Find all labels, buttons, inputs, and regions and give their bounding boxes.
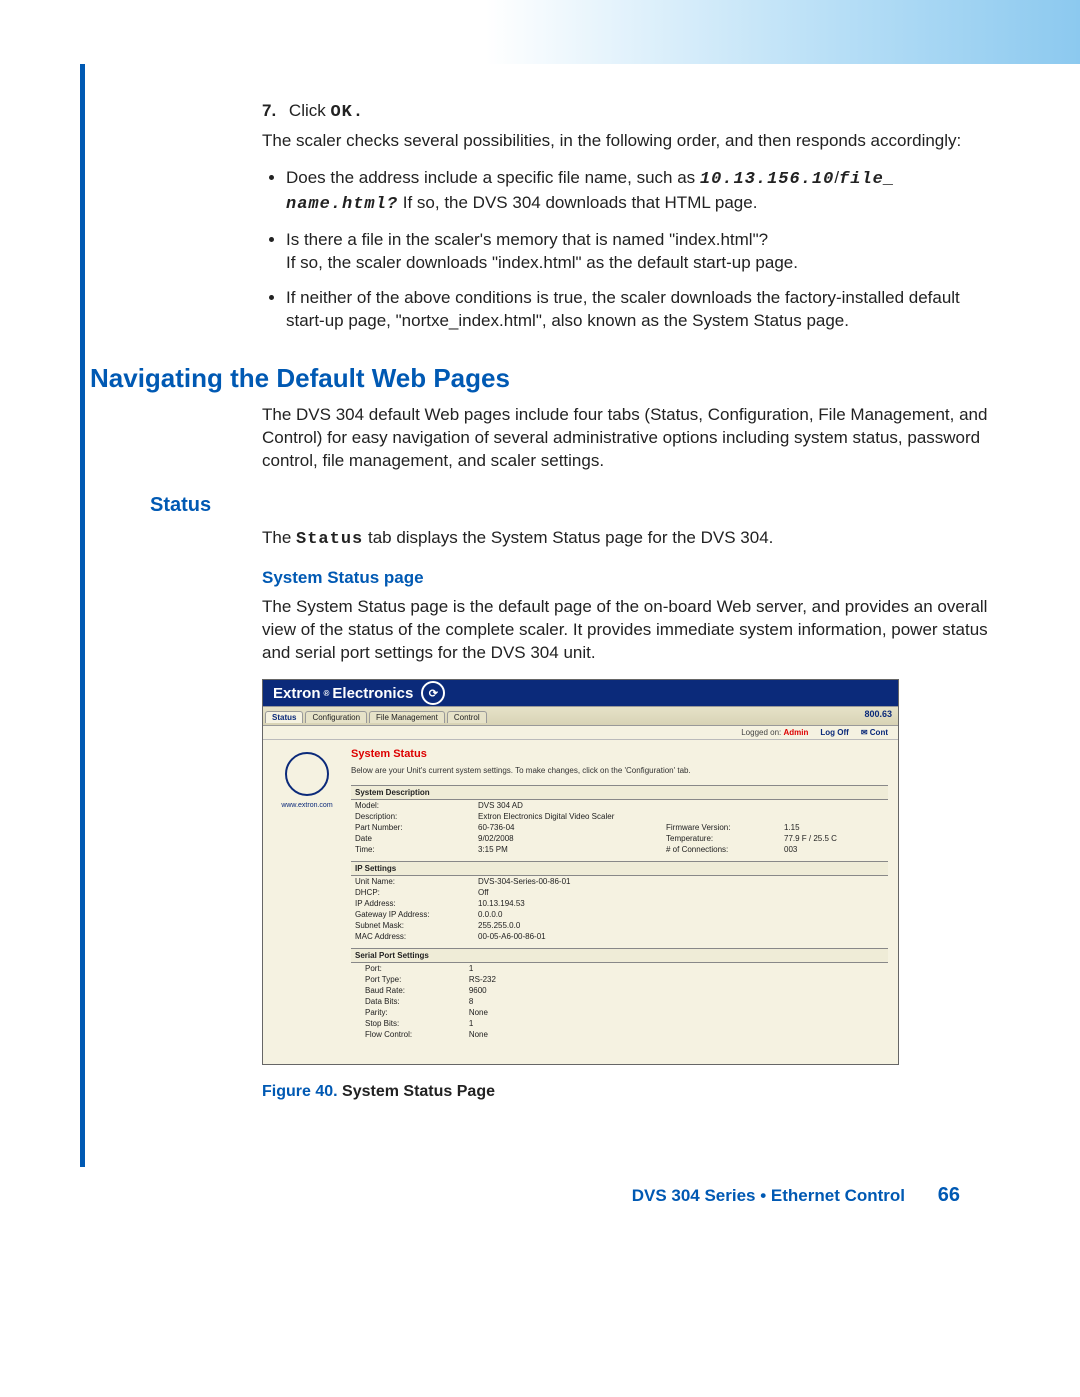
paragraph-scaler-checks: The scaler checks several possibilities,… bbox=[262, 130, 1000, 153]
code-status: Status bbox=[296, 530, 363, 549]
paragraph-system-status: The System Status page is the default pa… bbox=[262, 596, 1000, 665]
code-ip: 10.13.156.10 bbox=[700, 170, 834, 189]
group-serial-port: Serial Port Settings bbox=[351, 948, 888, 963]
bullet-list: Does the address include a specific file… bbox=[262, 167, 1000, 333]
ss-title: System Status bbox=[351, 748, 888, 760]
ss-header: Extron® Electronics ⟳ bbox=[263, 680, 898, 706]
footer-page-number: 66 bbox=[938, 1184, 960, 1206]
ss-brand-1: Extron bbox=[273, 685, 321, 702]
figure-label: Figure 40. bbox=[262, 1083, 338, 1100]
extron-logo-icon: ⟳ bbox=[421, 681, 445, 705]
figure-caption: Figure 40. System Status Page bbox=[262, 1083, 1000, 1101]
contact-link[interactable]: ✉ Cont bbox=[861, 728, 888, 737]
bullet-1: Does the address include a specific file… bbox=[286, 167, 1000, 217]
page-footer: DVS 304 Series • Ethernet Control 66 bbox=[632, 1184, 960, 1207]
ss-brand-2: Electronics bbox=[332, 685, 413, 702]
group-ip-settings: IP Settings bbox=[351, 861, 888, 876]
bullet-2: Is there a file in the scaler's memory t… bbox=[286, 229, 1000, 275]
step-text: Click bbox=[289, 101, 331, 120]
tab-file-management[interactable]: File Management bbox=[369, 711, 445, 723]
logged-on-user: Admin bbox=[784, 728, 809, 737]
ss-main: System Status Below are your Unit's curr… bbox=[351, 740, 898, 1064]
log-off-link[interactable]: Log Off bbox=[820, 728, 848, 737]
ss-body: www.extron.com System Status Below are y… bbox=[263, 740, 898, 1064]
ss-logged-row: Logged on: Admin Log Off ✉ Cont bbox=[263, 726, 898, 740]
page-top-gradient bbox=[0, 0, 1080, 64]
table-ip-settings: Unit Name:DVS-304-Series-00-86-01 DHCP:O… bbox=[351, 876, 888, 942]
table-serial-port: Port:1 Port Type:RS-232 Baud Rate:9600 D… bbox=[361, 963, 531, 1040]
ss-sidebar: www.extron.com bbox=[263, 740, 351, 1064]
logged-on-label: Logged on: Admin bbox=[741, 728, 808, 737]
tab-control[interactable]: Control bbox=[447, 711, 487, 723]
step-number: 7. bbox=[262, 101, 276, 120]
embedded-screenshot: Extron® Electronics ⟳ Status Configurati… bbox=[262, 679, 899, 1065]
ss-tab-bar: Status Configuration File Management Con… bbox=[263, 706, 898, 726]
tab-status[interactable]: Status bbox=[265, 711, 303, 723]
page-left-rule bbox=[80, 64, 85, 1167]
ss-desc: Below are your Unit's current system set… bbox=[351, 766, 888, 775]
heading-system-status-page: System Status page bbox=[262, 568, 1000, 588]
document-page: 7. Click OK. The scaler checks several p… bbox=[0, 0, 1080, 1397]
table-system-description: Model:DVS 304 AD Description:Extron Elec… bbox=[351, 800, 888, 855]
step-7: 7. Click OK. bbox=[262, 100, 1000, 124]
heading-status: Status bbox=[150, 494, 1000, 517]
bullet-3: If neither of the above conditions is tr… bbox=[286, 287, 1000, 333]
paragraph-status-tab: The Status tab displays the System Statu… bbox=[262, 527, 1000, 552]
reg-mark-icon: ® bbox=[324, 689, 330, 698]
ss-phone: 800.63 bbox=[864, 709, 892, 719]
paragraph-tabs: The DVS 304 default Web pages include fo… bbox=[262, 404, 1000, 473]
sidebar-logo-icon bbox=[285, 752, 329, 796]
footer-text: DVS 304 Series • Ethernet Control bbox=[632, 1186, 905, 1205]
group-system-description: System Description bbox=[351, 785, 888, 800]
page-content: 7. Click OK. The scaler checks several p… bbox=[150, 100, 1000, 1101]
figure-title: System Status Page bbox=[342, 1083, 495, 1100]
tab-configuration[interactable]: Configuration bbox=[305, 711, 367, 723]
sidebar-url[interactable]: www.extron.com bbox=[263, 802, 351, 809]
heading-navigating: Navigating the Default Web Pages bbox=[90, 363, 1000, 394]
step-action: OK. bbox=[330, 103, 364, 122]
